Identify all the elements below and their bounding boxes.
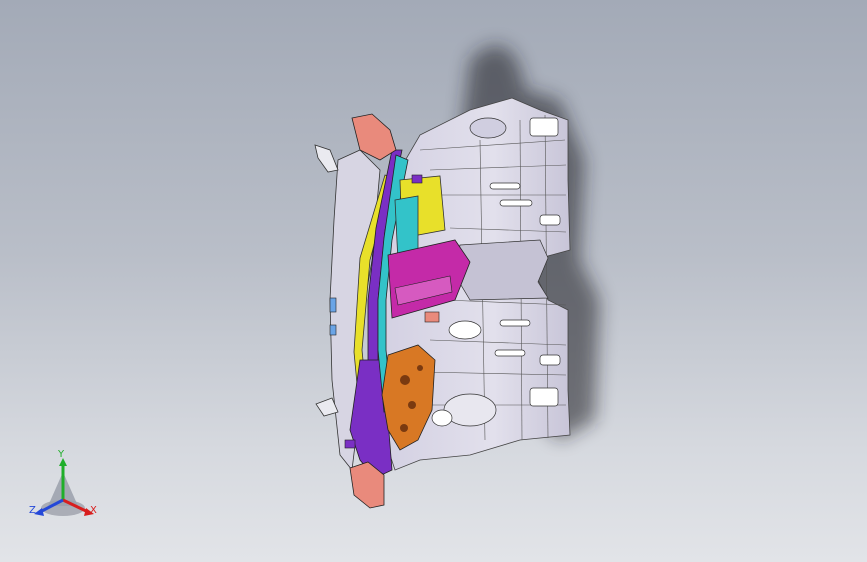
- model-render: [314, 45, 600, 509]
- graphics-viewport[interactable]: Y X Z: [0, 0, 867, 562]
- triad-z-label: Z: [29, 505, 36, 516]
- triad-y-label: Y: [58, 449, 65, 460]
- top-hinge-bracket: [314, 144, 339, 173]
- triad-x-label: X: [90, 505, 97, 516]
- view-orientation-triad[interactable]: Y X Z: [26, 450, 106, 522]
- mid-recess: [454, 239, 549, 301]
